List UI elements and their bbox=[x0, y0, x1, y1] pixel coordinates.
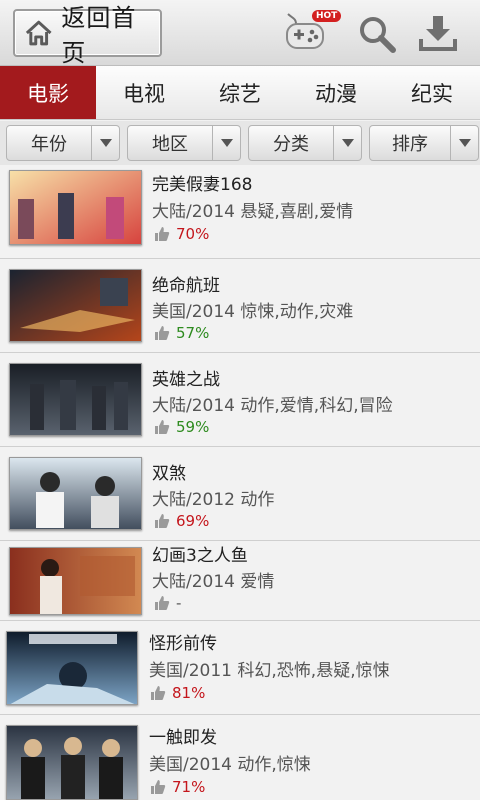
dropdown-arrow-icon bbox=[333, 126, 361, 160]
movie-meta: 大陆/2012 动作 bbox=[152, 490, 275, 510]
thumbs-up-icon bbox=[155, 227, 170, 241]
poster-thumbnail bbox=[6, 725, 138, 800]
thumbs-up-icon bbox=[155, 596, 170, 610]
movie-meta: 大陆/2014 动作,爱情,科幻,冒险 bbox=[152, 396, 393, 416]
movie-title: 绝命航班 bbox=[152, 276, 220, 296]
movie-title: 怪形前传 bbox=[149, 634, 217, 654]
movie-meta: 大陆/2014 爱情 bbox=[152, 572, 275, 592]
list-item[interactable]: 一触即发 美国/2014 动作,惊悚 71% bbox=[0, 715, 480, 800]
tab-variety[interactable]: 综艺 bbox=[192, 66, 288, 119]
download-button[interactable] bbox=[417, 12, 459, 54]
search-icon bbox=[360, 17, 396, 53]
rating-value: 59% bbox=[176, 418, 210, 436]
movie-meta: 美国/2014 动作,惊悚 bbox=[149, 755, 311, 775]
thumbs-up-icon bbox=[155, 514, 170, 528]
movie-meta: 美国/2014 惊悚,动作,灾难 bbox=[152, 302, 354, 322]
movie-meta: 大陆/2014 悬疑,喜剧,爱情 bbox=[152, 202, 354, 222]
tab-movies[interactable]: 电影 bbox=[0, 66, 96, 119]
list-item[interactable]: 完美假妻168 大陆/2014 悬疑,喜剧,爱情 70% bbox=[0, 165, 480, 259]
dropdown-arrow-icon bbox=[212, 126, 240, 160]
rating-value: 81% bbox=[172, 684, 206, 702]
dropdown-arrow-icon bbox=[91, 126, 119, 160]
poster-thumbnail bbox=[9, 457, 142, 530]
movie-rating: - bbox=[154, 594, 181, 612]
hot-badge: HOT bbox=[312, 10, 342, 22]
home-button-label: 返回首页 bbox=[61, 4, 137, 67]
filter-region[interactable]: 地区 bbox=[127, 125, 241, 161]
thumbs-up-icon bbox=[155, 420, 170, 434]
rating-value: 70% bbox=[176, 225, 210, 243]
movie-rating: 57% bbox=[154, 324, 209, 342]
rating-value: 57% bbox=[176, 324, 210, 342]
tab-tv[interactable]: 电视 bbox=[96, 66, 192, 119]
filter-bar: 年份 地区 分类 排序 bbox=[0, 121, 480, 165]
thumbs-up-icon bbox=[151, 686, 166, 700]
top-bar: 返回首页 HOT bbox=[0, 0, 480, 67]
movie-list: 完美假妻168 大陆/2014 悬疑,喜剧,爱情 70% 绝命航班 美国/201… bbox=[0, 165, 480, 800]
poster-thumbnail bbox=[9, 363, 142, 436]
list-item[interactable]: 怪形前传 美国/2011 科幻,恐怖,悬疑,惊悚 81% bbox=[0, 621, 480, 715]
rating-value: 71% bbox=[172, 778, 206, 796]
movie-title: 双煞 bbox=[152, 464, 186, 484]
filter-year-label: 年份 bbox=[31, 134, 67, 155]
poster-thumbnail bbox=[9, 269, 142, 342]
list-item[interactable]: 双煞 大陆/2012 动作 69% bbox=[0, 447, 480, 541]
movie-rating: 70% bbox=[154, 225, 209, 243]
movie-title: 英雄之战 bbox=[152, 370, 220, 390]
list-item[interactable]: 绝命航班 美国/2014 惊悚,动作,灾难 57% bbox=[0, 259, 480, 353]
movie-title: 一触即发 bbox=[149, 728, 217, 748]
rating-value: 69% bbox=[176, 512, 210, 530]
poster-thumbnail bbox=[9, 170, 142, 245]
filter-region-label: 地区 bbox=[152, 134, 188, 155]
dropdown-arrow-icon bbox=[450, 126, 478, 160]
filter-category[interactable]: 分类 bbox=[248, 125, 362, 161]
thumbs-up-icon bbox=[151, 780, 166, 794]
movie-rating: 59% bbox=[154, 418, 209, 436]
search-button[interactable] bbox=[356, 13, 398, 55]
movie-rating: 81% bbox=[150, 684, 205, 702]
tab-documentary[interactable]: 纪实 bbox=[384, 66, 480, 119]
poster-thumbnail bbox=[6, 631, 138, 705]
movie-rating: 71% bbox=[150, 778, 205, 796]
home-icon bbox=[25, 20, 52, 46]
movie-title: 幻画3之人鱼 bbox=[152, 546, 248, 566]
rating-value: - bbox=[176, 594, 182, 612]
movie-rating: 69% bbox=[154, 512, 209, 530]
filter-year[interactable]: 年份 bbox=[6, 125, 120, 161]
tab-anime[interactable]: 动漫 bbox=[288, 66, 384, 119]
poster-thumbnail bbox=[9, 547, 142, 615]
list-item[interactable]: 英雄之战 大陆/2014 动作,爱情,科幻,冒险 59% bbox=[0, 353, 480, 447]
movie-title: 完美假妻168 bbox=[152, 175, 253, 195]
movie-meta: 美国/2011 科幻,恐怖,悬疑,惊悚 bbox=[149, 661, 390, 681]
download-icon bbox=[419, 16, 457, 51]
filter-sort[interactable]: 排序 bbox=[369, 125, 479, 161]
thumbs-up-icon bbox=[155, 326, 170, 340]
filter-category-label: 分类 bbox=[273, 134, 309, 155]
home-button[interactable]: 返回首页 bbox=[13, 4, 162, 67]
list-item[interactable]: 幻画3之人鱼 大陆/2014 爱情 - bbox=[0, 541, 480, 621]
category-tabs: 电影 电视 综艺 动漫 纪实 bbox=[0, 66, 480, 120]
filter-sort-label: 排序 bbox=[392, 134, 428, 155]
hot-games-button[interactable]: HOT bbox=[282, 10, 342, 56]
